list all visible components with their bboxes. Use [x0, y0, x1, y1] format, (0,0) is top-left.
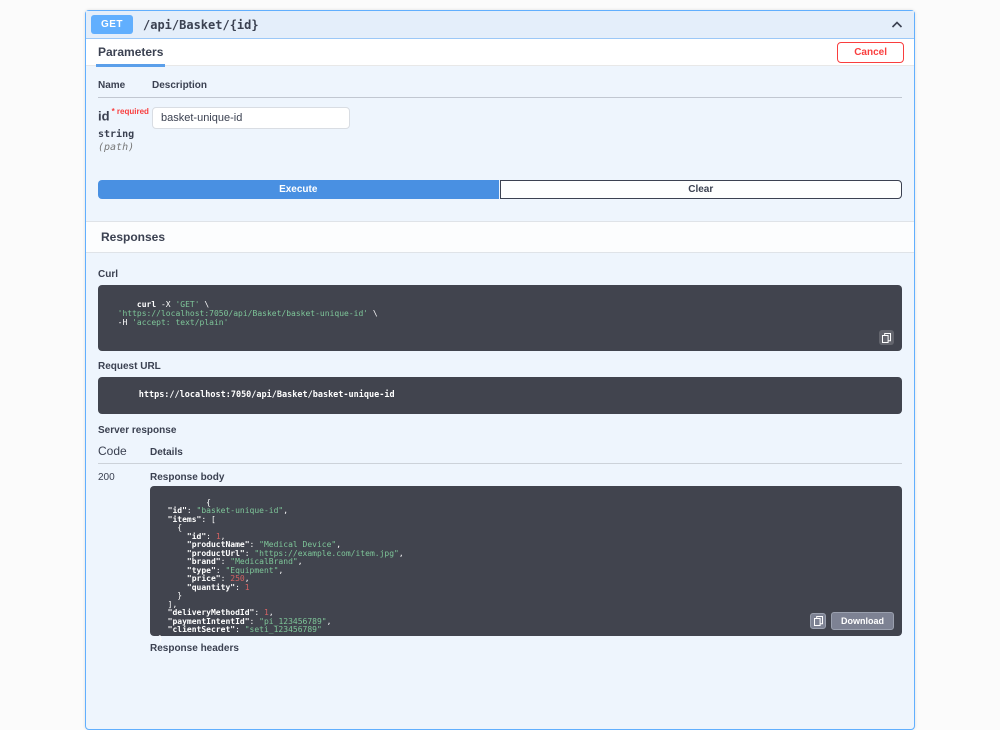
response-body-json: { "id": "basket-unique-id", "items": [ {…	[158, 498, 404, 643]
clear-button[interactable]: Clear	[500, 180, 903, 199]
response-headers-label: Response headers	[150, 643, 902, 654]
server-response-label: Server response	[98, 425, 902, 436]
request-url-label: Request URL	[98, 361, 902, 372]
copy-curl-button[interactable]	[879, 330, 894, 345]
operation-panel: GET /api/Basket/{id} Parameters Cancel N…	[85, 10, 915, 730]
curl-command: curl -X 'GET' \ 'https://localhost:7050/…	[108, 300, 378, 327]
parameter-type: string	[98, 129, 152, 140]
operation-summary[interactable]: GET /api/Basket/{id}	[86, 11, 914, 39]
code-column-header: Code	[98, 444, 150, 458]
details-column-header: Details	[150, 447, 183, 458]
response-row: 200 Response body { "id": "basket-unique…	[98, 464, 902, 659]
parameter-name: id	[98, 108, 110, 123]
copy-response-button[interactable]	[810, 613, 826, 629]
method-badge: GET	[91, 15, 133, 34]
tab-parameters[interactable]: Parameters	[96, 38, 165, 67]
parameter-id-input[interactable]	[152, 107, 350, 129]
response-body-block: { "id": "basket-unique-id", "items": [ {…	[150, 486, 902, 636]
cancel-button[interactable]: Cancel	[837, 42, 904, 63]
parameters-table-header: Name Description	[98, 80, 902, 98]
collapse-arrow-icon[interactable]	[890, 18, 904, 32]
request-url-block: https://localhost:7050/api/Basket/basket…	[98, 377, 902, 414]
required-badge: * required	[112, 107, 149, 116]
parameters-tab-row: Parameters Cancel	[86, 39, 914, 66]
endpoint-path: /api/Basket/{id}	[143, 18, 259, 32]
response-body-label: Response body	[150, 472, 902, 483]
clipboard-icon	[882, 333, 891, 343]
curl-command-block: curl -X 'GET' \ 'https://localhost:7050/…	[98, 285, 902, 351]
response-table-header: Code Details	[98, 444, 902, 464]
status-code: 200	[98, 472, 150, 659]
column-description-header: Description	[152, 80, 207, 91]
parameter-row: id* required string (path)	[98, 98, 902, 154]
download-button[interactable]: Download	[831, 612, 894, 630]
request-url-value: https://localhost:7050/api/Basket/basket…	[139, 390, 395, 400]
responses-section-title: Responses	[86, 221, 914, 253]
parameter-location: (path)	[98, 142, 152, 153]
responses-content: Curl curl -X 'GET' \ 'https://localhost:…	[86, 253, 914, 659]
clipboard-icon	[814, 616, 823, 626]
execute-row: Execute Clear	[98, 180, 902, 199]
parameters-table: Name Description id* required string (pa…	[86, 66, 914, 211]
execute-button[interactable]: Execute	[98, 180, 499, 199]
column-name-header: Name	[98, 80, 152, 91]
curl-label: Curl	[98, 269, 902, 280]
